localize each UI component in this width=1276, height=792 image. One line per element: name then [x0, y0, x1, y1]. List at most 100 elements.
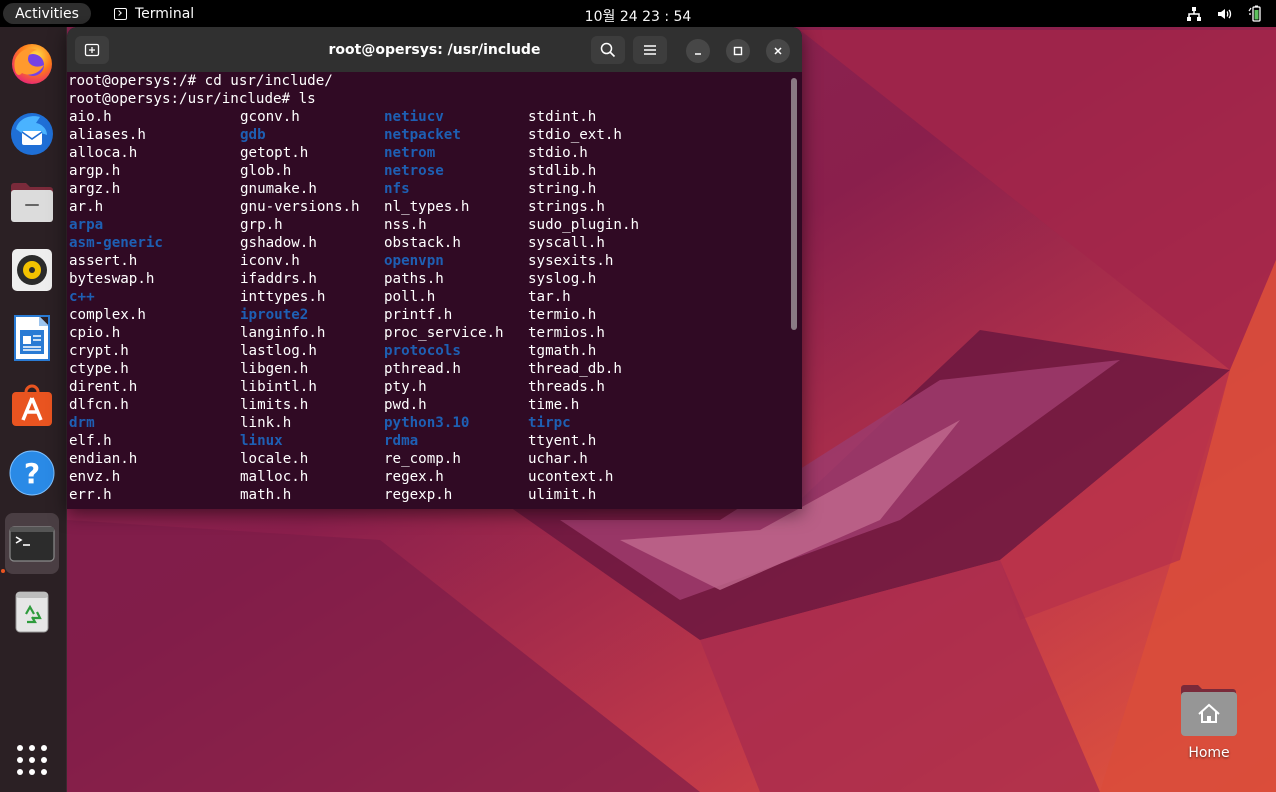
- ls-row: dirent.h libintl.h pty.h threads.h: [68, 378, 790, 396]
- ls-file-entry: syslog.h: [528, 271, 597, 287]
- ls-file-entry: stdio_ext.h: [528, 127, 622, 143]
- ls-file-entry: libintl.h: [240, 379, 317, 395]
- ls-file-entry: gconv.h: [240, 109, 300, 125]
- ls-file-entry: thread_db.h: [528, 361, 622, 377]
- terminal-icon: [9, 525, 55, 562]
- ls-file-entry: regexp.h: [384, 487, 453, 503]
- ls-file-entry: argz.h: [69, 181, 121, 197]
- dock-firefox[interactable]: [5, 35, 59, 91]
- ls-row: dlfcn.h limits.h pwd.h time.h: [68, 396, 790, 414]
- firefox-icon: [12, 44, 52, 84]
- ls-file-entry: stdio.h: [528, 145, 588, 161]
- ls-file-entry: tgmath.h: [528, 343, 597, 359]
- dock-thunderbird[interactable]: [5, 105, 59, 161]
- ls-file-entry: gnu-versions.h: [240, 199, 360, 215]
- ls-directory-entry: iproute2: [240, 307, 309, 323]
- ls-row: asm-generic gshadow.h obstack.h syscall.h: [68, 234, 790, 252]
- ls-file-entry: locale.h: [240, 451, 309, 467]
- top-bar: Activities Terminal 10월 24 23 : 54: [0, 0, 1276, 27]
- ls-file-entry: ar.h: [69, 199, 104, 215]
- network-icon: [1187, 7, 1201, 21]
- ls-file-entry: link.h: [240, 415, 292, 431]
- terminal-window[interactable]: root@opersys: /usr/include root@opersys:…: [67, 27, 802, 509]
- search-button[interactable]: [591, 36, 625, 64]
- close-icon: [774, 47, 782, 55]
- ls-file-entry: grp.h: [240, 217, 283, 233]
- ls-file-entry: stdlib.h: [528, 163, 597, 179]
- ls-file-entry: byteswap.h: [69, 271, 155, 287]
- app-grid-icon: [17, 745, 47, 775]
- ls-output: aio.h gconv.h netiucv stdint.h aliases.h gdb n…: [68, 108, 790, 504]
- terminal-scrollbar[interactable]: [791, 78, 797, 330]
- system-tray[interactable]: [1186, 4, 1262, 24]
- ls-file-entry: gnumake.h: [240, 181, 317, 197]
- dock-terminal[interactable]: [5, 513, 59, 574]
- ls-file-entry: sudo_plugin.h: [528, 217, 640, 233]
- terminal-line: root@opersys:/# cd usr/include/: [68, 73, 333, 89]
- ls-file-entry: glob.h: [240, 163, 292, 179]
- activities-button[interactable]: Activities: [3, 3, 91, 24]
- ls-file-entry: getopt.h: [240, 145, 309, 161]
- ls-file-entry: uchar.h: [528, 451, 588, 467]
- menu-button[interactable]: [633, 36, 667, 64]
- ls-directory-entry: drm: [69, 415, 95, 431]
- ls-file-entry: malloc.h: [240, 469, 309, 485]
- desktop-home-folder[interactable]: Home: [1174, 680, 1244, 770]
- ls-file-entry: nl_types.h: [384, 199, 470, 215]
- search-icon: [600, 42, 616, 58]
- ls-row: drm link.h python3.10 tirpc: [68, 414, 790, 432]
- maximize-button[interactable]: [726, 39, 750, 63]
- ls-file-entry: threads.h: [528, 379, 605, 395]
- ls-file-entry: poll.h: [384, 289, 436, 305]
- ls-file-entry: strings.h: [528, 199, 605, 215]
- ls-file-entry: crypt.h: [69, 343, 129, 359]
- ls-row: err.h math.h regexp.h ulimit.h: [68, 486, 790, 504]
- ls-file-entry: syscall.h: [528, 235, 605, 251]
- ls-file-entry: paths.h: [384, 271, 444, 287]
- ls-file-entry: proc_service.h: [384, 325, 504, 341]
- ls-file-entry: iconv.h: [240, 253, 300, 269]
- dock-trash[interactable]: [5, 584, 59, 640]
- terminal-output[interactable]: root@opersys:/# cd usr/include/ root@ope…: [67, 72, 790, 509]
- app-menu[interactable]: Terminal: [114, 4, 194, 24]
- maximize-icon: [733, 46, 743, 56]
- new-tab-button[interactable]: [75, 36, 109, 64]
- ls-file-entry: ctype.h: [69, 361, 129, 377]
- ls-file-entry: obstack.h: [384, 235, 461, 251]
- ls-file-entry: nss.h: [384, 217, 427, 233]
- ls-directory-entry: linux: [240, 433, 283, 449]
- dock-help[interactable]: ?: [5, 445, 59, 501]
- dock-writer[interactable]: [5, 310, 59, 366]
- ls-row: aio.h gconv.h netiucv stdint.h: [68, 108, 790, 126]
- ls-row: arpa grp.h nss.h sudo_plugin.h: [68, 216, 790, 234]
- ls-file-entry: ucontext.h: [528, 469, 614, 485]
- dock-software[interactable]: [5, 377, 59, 433]
- dock-files[interactable]: [5, 174, 59, 230]
- close-button[interactable]: [766, 39, 790, 63]
- ls-row: assert.h iconv.h openvpn sysexits.h: [68, 252, 790, 270]
- ls-row: alloca.h getopt.h netrom stdio.h: [68, 144, 790, 162]
- show-apps-button[interactable]: [5, 732, 59, 788]
- files-icon: [11, 183, 53, 222]
- terminal-headerbar[interactable]: root@opersys: /usr/include: [67, 27, 802, 72]
- ls-file-entry: aio.h: [69, 109, 112, 125]
- ls-file-entry: dlfcn.h: [69, 397, 129, 413]
- ls-file-entry: langinfo.h: [240, 325, 326, 341]
- dock-rhythmbox[interactable]: [5, 242, 59, 298]
- minimize-button[interactable]: [686, 39, 710, 63]
- ls-row: byteswap.h ifaddrs.h paths.h syslog.h: [68, 270, 790, 288]
- rhythmbox-icon: [12, 249, 52, 291]
- ls-row: ctype.h libgen.h pthread.h thread_db.h: [68, 360, 790, 378]
- ls-directory-entry: netrom: [384, 145, 436, 161]
- home-folder-icon: [1181, 685, 1237, 736]
- ls-directory-entry: tirpc: [528, 415, 571, 431]
- clock[interactable]: 10월 24 23 : 54: [585, 9, 692, 25]
- trash-icon: [15, 591, 49, 633]
- ls-file-entry: argp.h: [69, 163, 121, 179]
- ls-row: c++ inttypes.h poll.h tar.h: [68, 288, 790, 306]
- ls-file-entry: pty.h: [384, 379, 427, 395]
- ls-file-entry: ifaddrs.h: [240, 271, 317, 287]
- ls-row: complex.h iproute2 printf.h termio.h: [68, 306, 790, 324]
- ls-file-entry: time.h: [528, 397, 580, 413]
- ls-file-entry: pthread.h: [384, 361, 461, 377]
